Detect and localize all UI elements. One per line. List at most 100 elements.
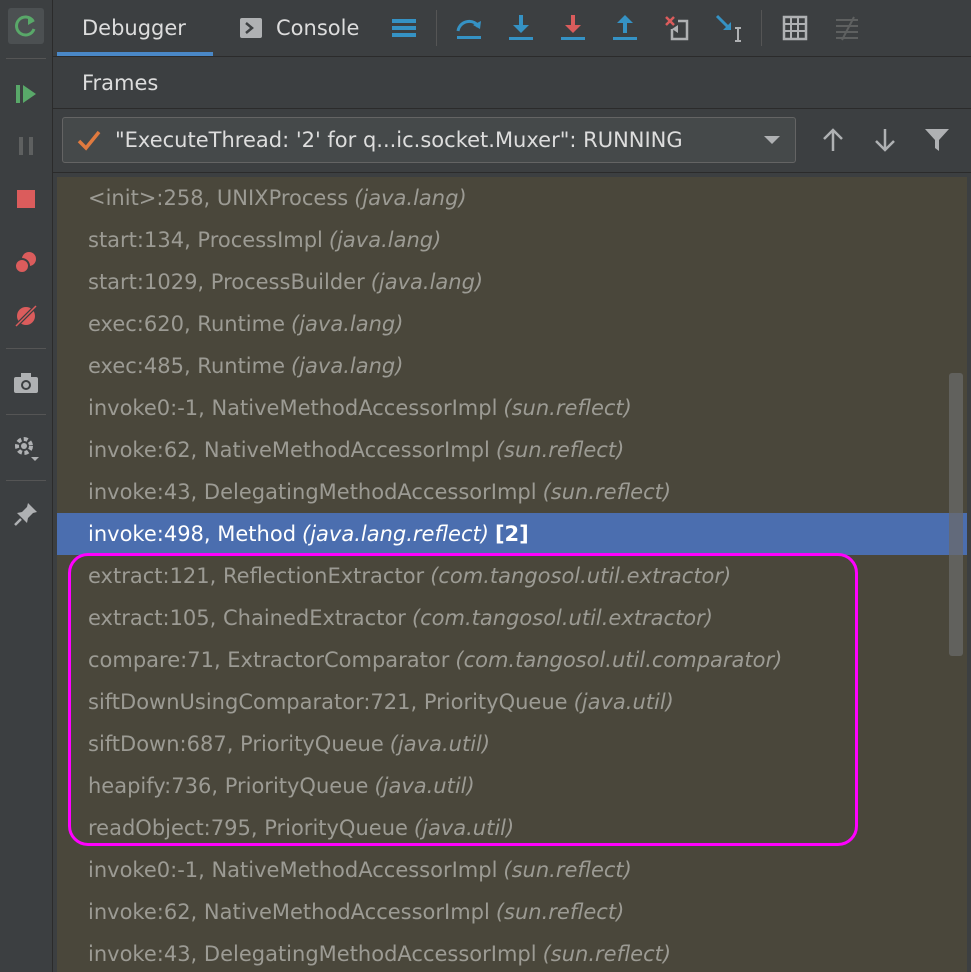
frame-package: (sun.reflect) (495, 900, 625, 924)
frame-package: (com.tangosol.util.extractor) (430, 564, 732, 588)
camera-icon[interactable] (8, 365, 44, 401)
drop-frame-icon[interactable] (659, 10, 695, 46)
frame-row[interactable]: readObject:795, PriorityQueue (java.util) (57, 807, 967, 849)
separator (6, 348, 46, 349)
frame-row[interactable]: invoke0:-1, NativeMethodAccessorImpl (sun… (57, 387, 967, 429)
frame-row[interactable]: invoke:62, NativeMethodAccessorImpl (sun.… (57, 891, 967, 933)
frame-method: extract:121, ReflectionExtractor (88, 564, 425, 588)
frame-method: invoke0:-1, NativeMethodAccessorImpl (88, 858, 498, 882)
tab-console[interactable]: Console (239, 0, 359, 56)
debug-tab-bar: Debugger Console (53, 0, 971, 57)
frame-method: invoke:498, Method (88, 522, 297, 546)
frame-method: extract:105, ChainedExtractor (88, 606, 406, 630)
rerun-icon[interactable] (8, 8, 44, 44)
frames-title: Frames (82, 70, 159, 95)
frame-row[interactable]: exec:485, Runtime (java.lang) (57, 345, 967, 387)
chevron-down-icon (764, 136, 780, 144)
mute-breakpoints-icon[interactable] (8, 298, 44, 334)
frame-package: (com.tangosol.util.extractor) (411, 606, 713, 630)
frames-list: <init>:258, UNIXProcess (java.lang) start:… (57, 177, 967, 972)
frame-package: (java.lang) (291, 312, 404, 336)
frame-package: (java.lang.reflect) (302, 522, 489, 546)
thread-toolbar: "ExecuteThread: '2' for q...ic.socket.Mu… (53, 110, 971, 173)
frame-package: (java.util) (374, 774, 475, 798)
frame-row[interactable]: invoke:498, Method (java.lang.reflect) [2] (57, 513, 967, 555)
frame-row[interactable]: extract:105, ChainedExtractor (com.tangos… (57, 597, 967, 639)
frame-package: (java.util) (413, 816, 515, 840)
frame-row[interactable]: siftDown:687, PriorityQueue (java.util) (57, 723, 967, 765)
frames-scrollbar[interactable] (949, 373, 963, 656)
frames-panel-header: Frames (53, 57, 971, 109)
view-breakpoints-icon[interactable] (8, 245, 44, 281)
frame-method: invoke0:-1, NativeMethodAccessorImpl (88, 396, 498, 420)
frame-row[interactable]: exec:620, Runtime (java.lang) (57, 303, 967, 345)
previous-frame-icon[interactable] (815, 122, 851, 158)
frame-method: invoke:62, NativeMethodAccessorImpl (88, 900, 490, 924)
frame-method: siftDownUsingComparator:721, PriorityQue… (88, 690, 568, 714)
frame-row[interactable]: invoke:43, DelegatingMethodAccessorImpl(… (57, 471, 967, 513)
separator (6, 414, 46, 415)
frame-method: invoke:43, DelegatingMethodAccessorImpl (88, 480, 537, 504)
force-step-into-icon[interactable] (555, 10, 591, 46)
frame-row[interactable]: extract:121, ReflectionExtractor (com.tan… (57, 555, 967, 597)
frame-method: invoke:43, DelegatingMethodAccessorImpl (88, 942, 537, 966)
evaluate-expression-icon[interactable] (777, 10, 813, 46)
frame-badge: [2] (494, 522, 529, 546)
frame-package: (sun.reflect) (503, 396, 632, 420)
frame-row[interactable]: heapify:736, PriorityQueue (java.util) (57, 765, 967, 807)
frame-package: (sun.reflect) (542, 480, 672, 504)
next-frame-icon[interactable] (867, 122, 903, 158)
frame-method: readObject:795, PriorityQueue (88, 816, 408, 840)
thread-label: "ExecuteThread: '2' for q...ic.socket.Mu… (115, 128, 683, 152)
tab-debugger-label: Debugger (82, 16, 186, 40)
frame-package: (com.tangosol.util.comparator) (455, 648, 783, 672)
frame-row[interactable]: start:1029, ProcessBuilder (java.lang) (57, 261, 967, 303)
frame-method: siftDown:687, PriorityQueue (88, 732, 384, 756)
frame-row[interactable]: invoke:43, DelegatingMethodAccessorImpl(… (57, 933, 967, 972)
frame-method: heapify:736, PriorityQueue (88, 774, 369, 798)
thread-selector[interactable]: "ExecuteThread: '2' for q...ic.socket.Mu… (62, 117, 796, 163)
step-out-icon[interactable] (607, 10, 643, 46)
resume-icon[interactable] (8, 76, 44, 112)
frame-package: (sun.reflect) (495, 438, 625, 462)
settings-icon[interactable] (8, 430, 44, 466)
pause-icon[interactable] (8, 128, 44, 164)
separator (6, 58, 46, 59)
console-icon (240, 18, 262, 38)
separator (436, 10, 437, 46)
run-to-cursor-icon[interactable] (711, 10, 747, 46)
tab-console-label: Console (276, 16, 360, 40)
frame-package: (java.util) (573, 690, 674, 714)
frame-method: invoke:62, NativeMethodAccessorImpl (88, 438, 490, 462)
debug-toolbar (0, 0, 53, 972)
separator (761, 10, 762, 46)
frame-row[interactable]: invoke:62, NativeMethodAccessorImpl (sun.… (57, 429, 967, 471)
frame-method: <init>:258, UNIXProcess (88, 186, 349, 210)
layout-menu-icon[interactable] (386, 10, 422, 46)
frame-package: (java.lang) (370, 270, 484, 294)
frame-row[interactable]: invoke0:-1, NativeMethodAccessorImpl (sun… (57, 849, 967, 891)
step-into-icon[interactable] (503, 10, 539, 46)
frame-row[interactable]: start:134, ProcessImpl (java.lang) (57, 219, 967, 261)
trace-stream-icon (829, 10, 865, 46)
frame-row[interactable]: <init>:258, UNIXProcess (java.lang) (57, 177, 967, 219)
frame-package: (java.util) (389, 732, 491, 756)
checkmark-icon (77, 130, 101, 151)
frame-row[interactable]: compare:71, ExtractorComparator (com.tang… (57, 639, 967, 681)
separator (6, 480, 46, 481)
frame-method: start:134, ProcessImpl (88, 228, 323, 252)
pin-icon[interactable] (8, 496, 44, 532)
filter-icon[interactable] (919, 122, 955, 158)
frame-method: compare:71, ExtractorComparator (88, 648, 450, 672)
frame-package: (java.lang) (328, 228, 442, 252)
step-over-icon[interactable] (451, 10, 487, 46)
tab-debugger[interactable]: Debugger (57, 0, 213, 56)
frame-package: (java.lang) (354, 186, 467, 210)
frame-method: exec:485, Runtime (88, 354, 286, 378)
frame-method: exec:620, Runtime (88, 312, 286, 336)
frame-package: (sun.reflect) (542, 942, 672, 966)
frame-method: start:1029, ProcessBuilder (88, 270, 365, 294)
frame-row[interactable]: siftDownUsingComparator:721, PriorityQue… (57, 681, 967, 723)
stop-icon[interactable] (8, 181, 44, 217)
frame-package: (sun.reflect) (503, 858, 632, 882)
